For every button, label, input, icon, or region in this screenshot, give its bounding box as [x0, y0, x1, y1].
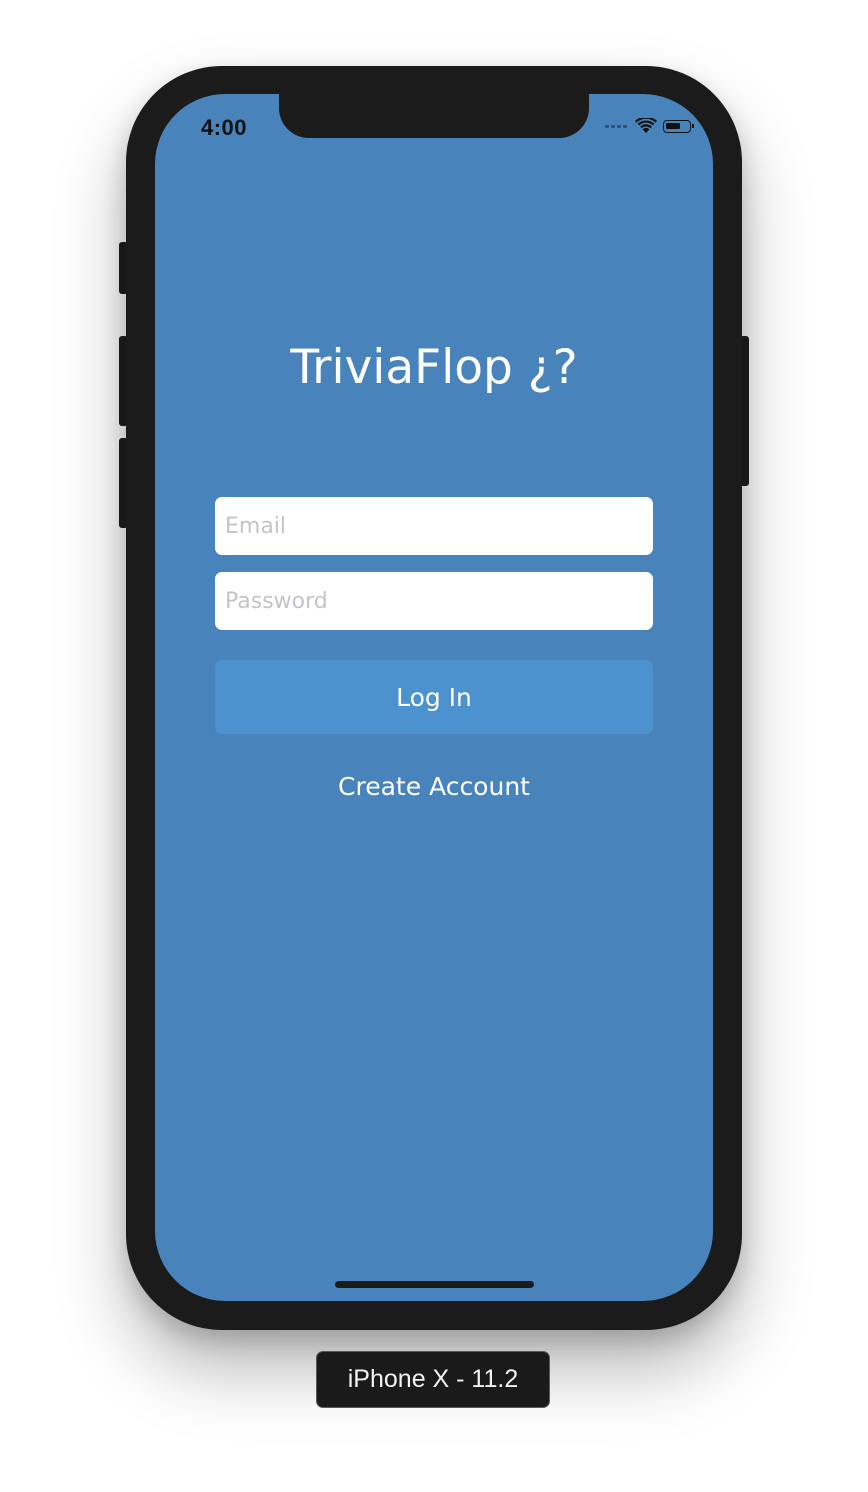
signal-dots-icon	[605, 124, 627, 128]
login-button-label: Log In	[396, 682, 472, 712]
email-field[interactable]	[215, 497, 653, 555]
login-button[interactable]: Log In	[215, 660, 653, 734]
notch	[279, 94, 589, 138]
create-account-link[interactable]: Create Account	[155, 772, 713, 801]
simulator-stage: 4:00 TriviaFlop ¿? Log In Create Account…	[0, 0, 868, 1492]
status-time: 4:00	[201, 115, 248, 140]
home-indicator[interactable]	[335, 1281, 534, 1288]
simulator-device-label: iPhone X - 11.2	[316, 1351, 550, 1408]
password-field[interactable]	[215, 572, 653, 630]
battery-icon	[663, 119, 694, 133]
app-title: TriviaFlop ¿?	[290, 340, 578, 395]
wifi-icon	[635, 118, 657, 133]
status-icons	[605, 118, 694, 134]
phone-screen: 4:00 TriviaFlop ¿? Log In Create Account	[155, 94, 713, 1301]
